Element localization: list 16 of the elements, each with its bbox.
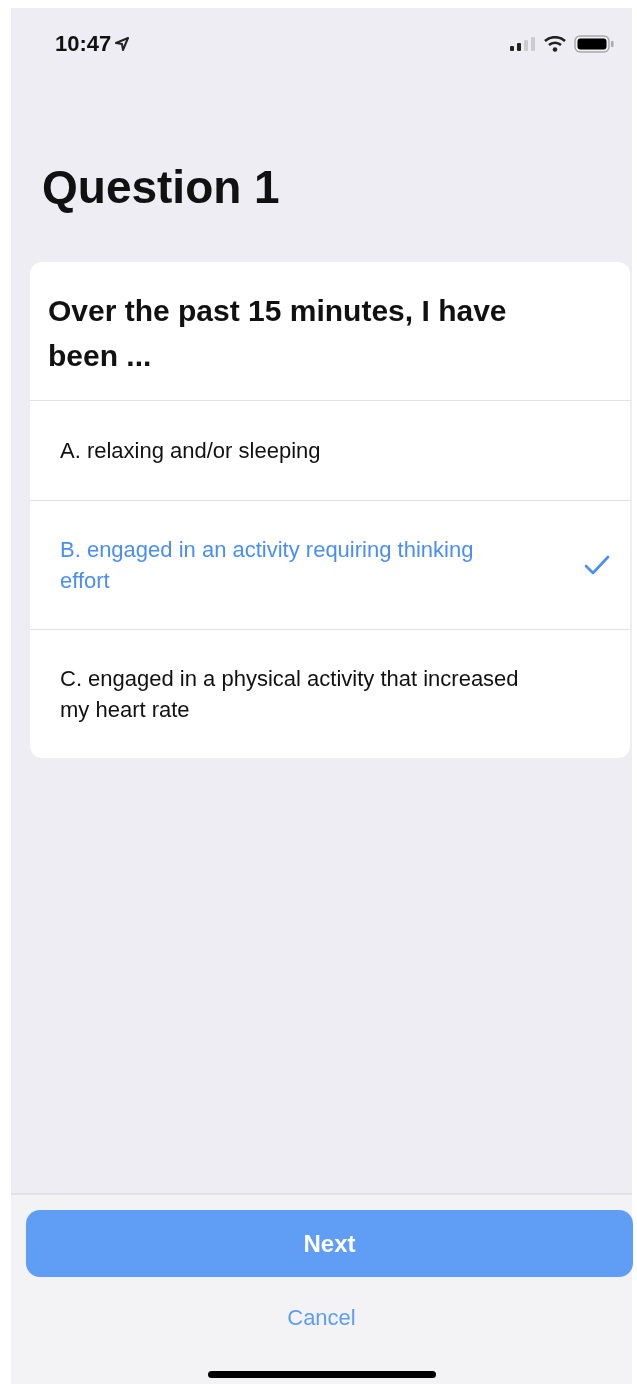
battery-icon — [574, 35, 614, 53]
answer-option[interactable]: B. engaged in an activity requiring thinking effort — [30, 500, 630, 629]
cancel-button[interactable]: Cancel — [277, 1301, 366, 1335]
signal-icon — [510, 37, 536, 51]
next-button[interactable]: Next — [26, 1210, 633, 1277]
option-label: B. engaged in an activity requiring thinking effort — [60, 536, 475, 595]
status-time: 10:47 — [55, 31, 112, 57]
page-title: Question 1 — [41, 160, 281, 214]
option-label: C. engaged in a physical activity that increased my heart rate — [60, 665, 520, 724]
checkmark-icon — [584, 555, 610, 575]
location-arrow-icon — [115, 37, 130, 51]
wifi-icon — [544, 36, 566, 52]
answer-option[interactable]: C. engaged in a physical activity that increased my heart rate — [30, 629, 630, 758]
question-prompt: Over the past 15 minutes, I have been ... — [47, 293, 508, 374]
answer-option[interactable]: A. relaxing and/or sleeping — [30, 400, 630, 500]
option-label: A. relaxing and/or sleeping — [60, 437, 321, 465]
